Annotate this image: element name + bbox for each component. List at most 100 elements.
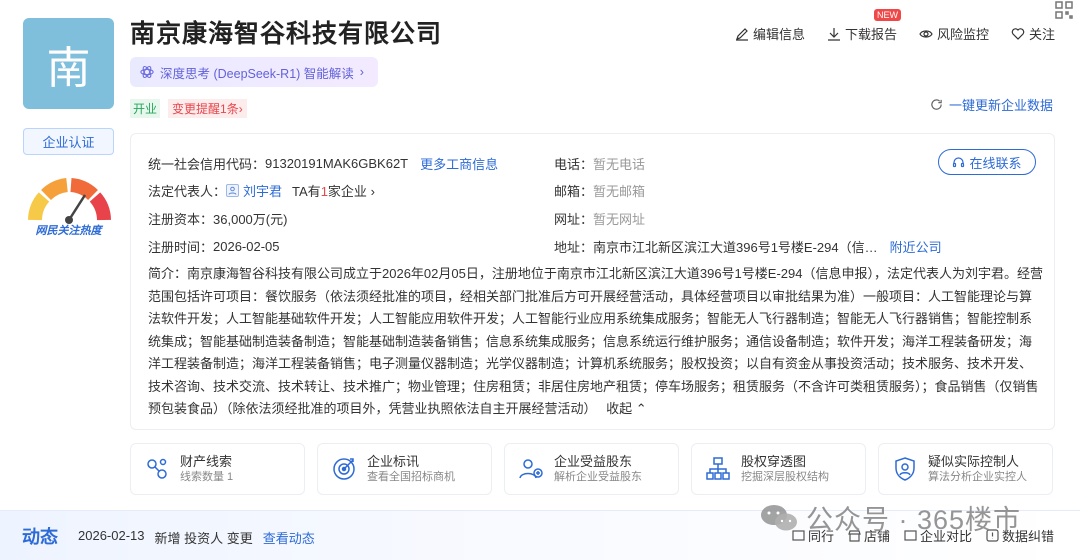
- info-card: 统一社会信用代码： 91320191MAK6GBK62T 更多工商信息 法定代表…: [130, 133, 1055, 430]
- edit-info-label: 编辑信息: [752, 27, 805, 42]
- chevron-up-icon: ⌃: [635, 401, 647, 416]
- intro-text: 南京康海智谷科技有限公司成立于2026年02月05日，注册地位于南京市江北新区滨…: [148, 266, 1043, 416]
- heart-icon: [1011, 27, 1025, 40]
- dynamic-text: 新增 投资人 变更: [154, 531, 253, 546]
- phone-value: 暂无电话: [593, 157, 646, 172]
- ai-atom-icon: [140, 66, 154, 78]
- credit-code-label: 统一社会信用代码：: [148, 157, 266, 172]
- legal-rep-row: 法定代表人： 刘宇君 TA有1家企业 ›: [148, 181, 375, 200]
- feature-title: 财产线索: [180, 454, 233, 469]
- feature-sub: 算法分析企业实控人: [928, 471, 1027, 483]
- legal-rep-name-link[interactable]: 刘宇君: [243, 181, 282, 200]
- edit-pencil-icon: [735, 27, 748, 41]
- phone-label: 电话：: [554, 157, 594, 172]
- risk-monitor-label: 风险监控: [936, 27, 989, 42]
- phone-row: 电话： 暂无电话: [554, 154, 645, 173]
- online-contact-button[interactable]: 在线联系: [938, 149, 1036, 175]
- status-row: 开业 变更提醒1条›: [130, 99, 247, 118]
- feature-sub: 查看全国招标商机: [367, 471, 455, 483]
- edit-info-button[interactable]: 编辑信息: [735, 24, 805, 43]
- dynamic-title: 动态: [22, 527, 58, 547]
- online-contact-label: 在线联系: [969, 155, 1022, 171]
- company-logo: 南: [23, 18, 114, 109]
- credit-code-row: 统一社会信用代码： 91320191MAK6GBK62T 更多工商信息: [148, 154, 498, 173]
- heat-gauge-icon: [28, 178, 111, 224]
- feature-title: 企业受益股东: [554, 454, 633, 469]
- chevron-right-icon: ›: [359, 65, 364, 79]
- refresh-data-button[interactable]: 一键更新企业数据: [930, 95, 1053, 114]
- headset-icon: [953, 156, 965, 167]
- email-label: 邮箱：: [554, 184, 594, 199]
- change-notice-link[interactable]: 变更提醒1条›: [168, 99, 247, 118]
- eye-icon: [919, 29, 933, 38]
- capital-label: 注册资本：: [148, 212, 214, 227]
- feature-title: 疑似实际控制人: [928, 454, 1020, 469]
- watermark-text: 公众号 · 365楼市: [806, 505, 1022, 535]
- status-badge: 开业: [130, 99, 161, 118]
- capital-row: 注册资本： 36,000万(元): [148, 209, 287, 228]
- legal-rep-label: 法定代表人：: [148, 184, 227, 199]
- reg-date-value: 2026-02-05: [213, 239, 280, 254]
- property-clue-icon: [147, 458, 167, 479]
- email-value: 暂无邮箱: [593, 184, 646, 199]
- top-actions: 编辑信息 NEW 下载报告 风险监控 关注: [735, 9, 1055, 43]
- reg-date-row: 注册时间： 2026-02-05: [148, 237, 280, 256]
- company-intro: 简介：南京康海智谷科技有限公司成立于2026年02月05日，注册地位于南京市江北…: [148, 263, 1043, 421]
- capital-value: 36,000万(元): [213, 212, 288, 227]
- download-report-button[interactable]: NEW 下载报告: [827, 9, 901, 43]
- address-row: 地址： 南京市江北新区滨江大道396号1号楼E-294（信… 附近公司: [554, 237, 942, 256]
- download-report-label: 下载报告: [844, 27, 897, 42]
- chevron-right-icon: ›: [238, 102, 243, 116]
- address-value: 南京市江北新区滨江大道396号1号楼E-294（信…: [593, 240, 878, 255]
- chevron-right-icon: ›: [370, 184, 375, 199]
- bid-target-icon: [333, 458, 355, 480]
- collapse-button[interactable]: 收起 ⌃: [606, 401, 647, 416]
- nearby-companies-link[interactable]: 附近公司: [890, 237, 942, 256]
- website-row: 网址： 暂无网址: [554, 209, 645, 228]
- feature-actual-controller[interactable]: 疑似实际控制人 算法分析企业实控人: [878, 443, 1053, 495]
- controller-shield-icon: [895, 457, 915, 481]
- feature-title: 企业标讯: [367, 454, 420, 469]
- new-badge: NEW: [873, 9, 901, 21]
- view-dynamic-link[interactable]: 查看动态: [263, 528, 315, 547]
- intro-label: 简介：: [148, 266, 188, 281]
- website-value: 暂无网址: [593, 212, 646, 227]
- dynamic-date: 2026-02-13: [78, 528, 145, 543]
- feature-property-clue[interactable]: 财产线索线索数量 1: [130, 443, 305, 495]
- email-row: 邮箱： 暂无邮箱: [554, 181, 645, 200]
- risk-monitor-button[interactable]: 风险监控: [919, 24, 989, 43]
- qr-code-icon[interactable]: [1054, 0, 1074, 20]
- dynamic-row: 2026-02-13 新增 投资人 变更 查看动态: [78, 528, 315, 547]
- heat-label: 网民关注热度: [35, 225, 102, 237]
- feature-sub: 挖掘深层股权结构: [741, 471, 829, 483]
- enterprise-cert-button[interactable]: 企业认证: [23, 128, 114, 155]
- company-name: 南京康海智谷科技有限公司: [130, 20, 443, 48]
- address-label: 地址：: [554, 240, 594, 255]
- legal-rep-companies-suffix: 家企业: [327, 184, 367, 199]
- legal-rep-companies-count: 1: [320, 184, 328, 199]
- ai-interpret-button[interactable]: 深度思考 (DeepSeek-R1) 智能解读 ›: [130, 57, 378, 87]
- reg-date-label: 注册时间：: [148, 240, 214, 255]
- feature-beneficiary[interactable]: 企业受益股东 解析企业受益股东: [504, 443, 679, 495]
- feature-equity-tree[interactable]: 股权穿透图挖掘深层股权结构: [691, 443, 866, 495]
- collapse-label: 收起: [606, 401, 633, 416]
- feature-sub: 线索数量 1: [180, 471, 234, 483]
- ai-interpret-label: 深度思考 (DeepSeek-R1) 智能解读: [160, 66, 354, 81]
- legal-rep-companies-prefix: TA有: [292, 184, 321, 199]
- person-icon: [226, 184, 240, 197]
- beneficiary-icon: [519, 459, 543, 479]
- feature-sub: 解析企业受益股东: [554, 471, 642, 483]
- more-business-info-link[interactable]: 更多工商信息: [420, 154, 498, 173]
- refresh-icon: [931, 99, 942, 110]
- wechat-icon: [761, 504, 797, 530]
- legal-rep-companies[interactable]: TA有1家企业 ›: [292, 181, 375, 200]
- logo-char: 南: [46, 42, 91, 94]
- follow-button[interactable]: 关注: [1011, 24, 1055, 43]
- website-label: 网址：: [554, 212, 594, 227]
- feature-bid[interactable]: 企业标讯查看全国招标商机: [317, 443, 492, 495]
- refresh-data-label: 一键更新企业数据: [948, 98, 1053, 113]
- credit-code-value: 91320191MAK6GBK62T: [265, 156, 409, 171]
- equity-tree-icon: [706, 457, 730, 480]
- feature-title: 股权穿透图: [741, 454, 807, 469]
- follow-label: 关注: [1028, 27, 1055, 42]
